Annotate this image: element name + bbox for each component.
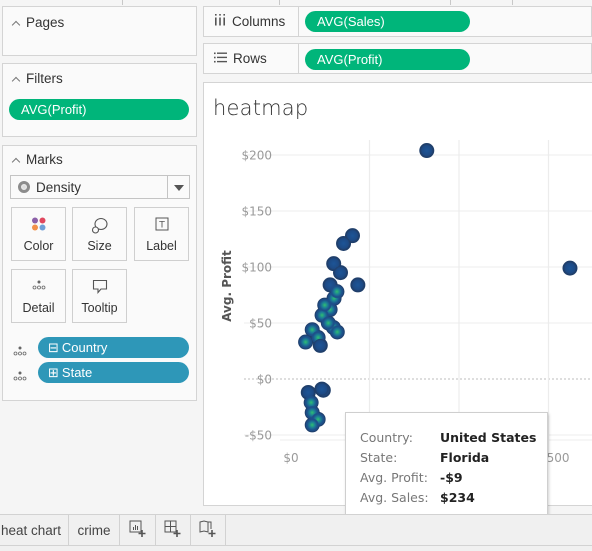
svg-text:T: T xyxy=(158,221,165,231)
tooltip-value: $234 xyxy=(440,490,475,505)
pages-title: Pages xyxy=(26,15,65,30)
sheet-tab-crime[interactable]: crime xyxy=(69,515,120,545)
field-pill-state[interactable]: ⊞ State xyxy=(38,362,189,383)
field-pill-state-label: State xyxy=(61,365,93,380)
pages-card: Pages xyxy=(2,6,197,56)
filter-pill-avg-profit[interactable]: AVG(Profit) xyxy=(9,99,189,120)
rows-shelf[interactable]: Rows AVG(Profit) xyxy=(203,43,592,74)
collapse-caret-icon[interactable] xyxy=(12,156,20,164)
expand-hierarchy-icon[interactable]: ⊞ xyxy=(48,365,59,381)
columns-shelf-label: Columns xyxy=(204,7,299,36)
field-pill-country[interactable]: ⊟ Country xyxy=(38,337,189,358)
tooltip-label: Tooltip xyxy=(81,301,118,315)
sheet-tab-heat-chart[interactable]: heat chart xyxy=(0,515,69,545)
marks-title: Marks xyxy=(26,152,63,167)
collapse-hierarchy-icon[interactable]: ⊟ xyxy=(48,340,59,356)
collapse-caret-icon[interactable] xyxy=(12,19,20,27)
worksheet-title: heatmap xyxy=(213,96,309,120)
mark-type-value: Density xyxy=(36,179,82,195)
tooltip-key: State: xyxy=(360,450,398,465)
divider xyxy=(512,0,513,5)
tooltip-bubble-icon xyxy=(92,279,108,297)
tooltip-row-country: Country: United States xyxy=(360,430,536,445)
pages-header[interactable]: Pages xyxy=(12,15,64,30)
tooltip-key: Avg. Sales: xyxy=(360,490,429,505)
rows-icon xyxy=(214,51,227,66)
dropdown-arrow-icon[interactable] xyxy=(167,176,189,198)
marks-card: Marks Density Color Size T Label Detail … xyxy=(2,145,197,401)
rows-label: Rows xyxy=(233,51,267,66)
new-worksheet-icon xyxy=(129,520,147,540)
columns-icon xyxy=(214,14,226,29)
divider xyxy=(122,0,123,5)
divider xyxy=(279,0,280,5)
text-label-icon: T xyxy=(155,217,169,234)
new-story-button[interactable] xyxy=(191,515,226,545)
marks-header[interactable]: Marks xyxy=(12,152,63,167)
columns-label: Columns xyxy=(232,14,286,29)
detail-encoding-icon xyxy=(13,368,27,386)
label-label: Label xyxy=(146,239,177,253)
size-label: Size xyxy=(87,239,112,253)
rows-pill-avg-profit[interactable]: AVG(Profit) xyxy=(305,49,470,70)
size-button[interactable]: Size xyxy=(72,207,127,261)
tooltip-row-state: State: Florida xyxy=(360,450,489,465)
filters-card: Filters AVG(Profit) xyxy=(2,63,197,137)
filters-header[interactable]: Filters xyxy=(12,71,63,86)
new-worksheet-button[interactable] xyxy=(120,515,156,545)
tooltip-key: Avg. Profit: xyxy=(360,470,428,485)
columns-pill-avg-sales[interactable]: AVG(Sales) xyxy=(305,11,470,32)
new-story-icon xyxy=(199,520,217,540)
tooltip-value: -$9 xyxy=(440,470,463,485)
color-button[interactable]: Color xyxy=(11,207,66,261)
collapse-caret-icon[interactable] xyxy=(12,75,20,83)
tooltip-row-avg-sales: Avg. Sales: $234 xyxy=(360,490,475,505)
rows-shelf-label: Rows xyxy=(204,44,299,73)
divider xyxy=(0,545,592,546)
mark-tooltip: Country: United States State: Florida Av… xyxy=(345,412,548,518)
tableau-workspace: Pages Filters AVG(Profit) Marks Density xyxy=(0,0,592,551)
tooltip-value: United States xyxy=(440,430,537,445)
size-icon xyxy=(91,217,109,238)
columns-shelf[interactable]: Columns AVG(Sales) xyxy=(203,6,592,37)
label-button[interactable]: T Label xyxy=(134,207,189,261)
tooltip-value: Florida xyxy=(440,450,490,465)
detail-label: Detail xyxy=(22,301,55,315)
tooltip-key: Country: xyxy=(360,430,413,445)
tooltip-row-avg-profit: Avg. Profit: -$9 xyxy=(360,470,463,485)
new-dashboard-icon xyxy=(164,520,182,540)
divider xyxy=(450,0,451,5)
detail-dots-icon xyxy=(32,279,46,293)
color-palette-icon xyxy=(31,217,47,234)
field-pill-country-label: Country xyxy=(61,340,108,355)
density-mark-icon xyxy=(18,181,30,193)
new-dashboard-button[interactable] xyxy=(156,515,191,545)
mark-type-dropdown[interactable]: Density xyxy=(10,175,190,199)
detail-button[interactable]: Detail xyxy=(11,269,66,323)
sheet-tab-bar: heat chart crime xyxy=(0,514,592,551)
color-label: Color xyxy=(23,239,54,253)
tooltip-button[interactable]: Tooltip xyxy=(72,269,127,323)
detail-encoding-icon xyxy=(13,343,27,361)
filters-title: Filters xyxy=(26,71,63,86)
